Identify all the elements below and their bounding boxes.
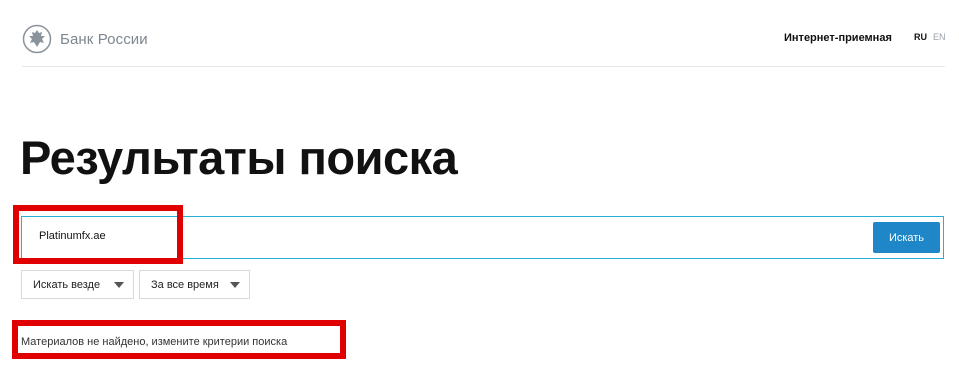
bank-emblem-icon — [22, 24, 52, 54]
scope-select-label: Искать везде — [33, 278, 101, 291]
site-header: Банк России Интернет-приемная RU EN — [0, 0, 959, 68]
lang-ru[interactable]: RU — [914, 32, 927, 42]
annotation-highlight-message — [12, 320, 346, 359]
lang-en[interactable]: EN — [933, 32, 946, 42]
logo-text: Банк России — [60, 30, 148, 48]
scope-select[interactable]: Искать везде — [21, 270, 134, 299]
internet-reception-link[interactable]: Интернет-приемная — [784, 32, 892, 44]
chevron-down-icon — [230, 282, 240, 288]
period-select-label: За все время — [151, 278, 219, 291]
site-logo[interactable]: Банк России — [22, 24, 148, 54]
chevron-down-icon — [114, 282, 124, 288]
search-button[interactable]: Искать — [873, 222, 940, 253]
annotation-highlight-query — [13, 205, 183, 264]
header-divider — [22, 66, 945, 67]
period-select[interactable]: За все время — [139, 270, 250, 299]
page-title: Результаты поиска — [20, 131, 458, 184]
